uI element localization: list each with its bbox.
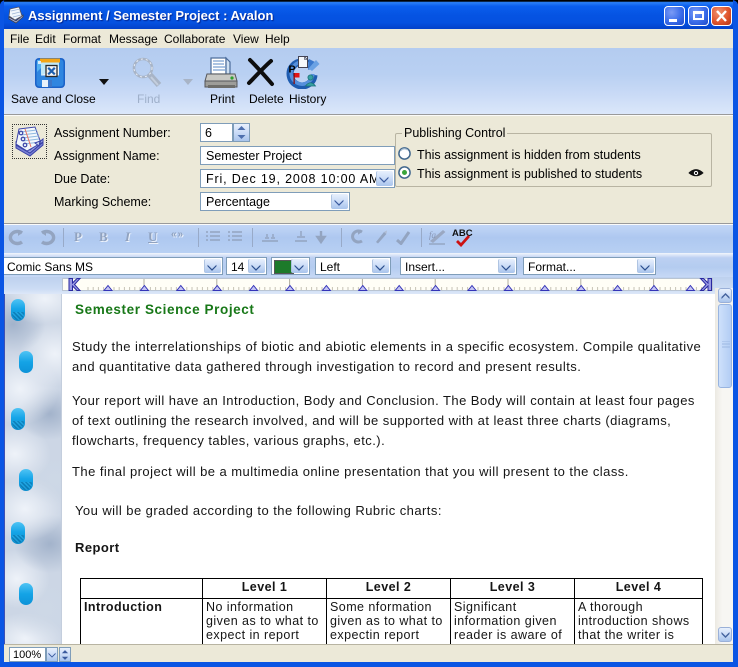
svg-text:fa: fa xyxy=(429,230,437,240)
